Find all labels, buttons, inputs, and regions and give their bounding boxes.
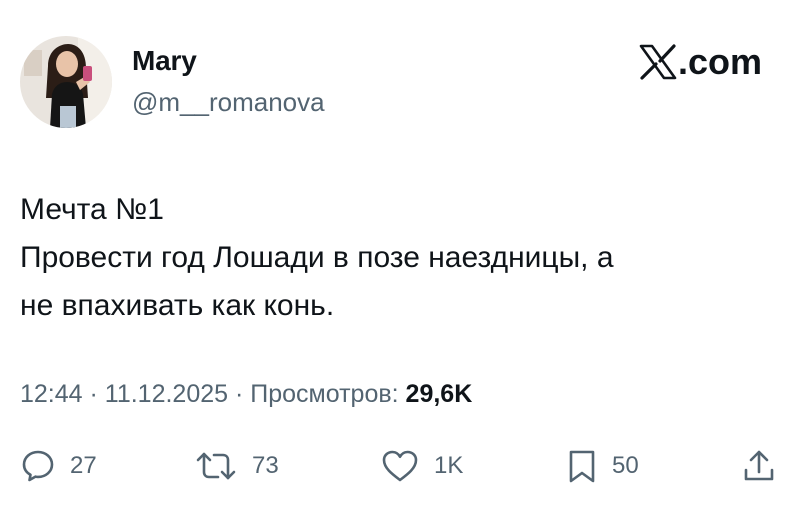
tweet-text: Мечта №1 Провести год Лошади в позе наез… (20, 186, 780, 330)
avatar[interactable] (20, 36, 112, 128)
tweet-line: не впахивать как конь. (20, 289, 335, 322)
meta-separator: · (228, 380, 251, 408)
reply-count: 27 (70, 452, 97, 479)
brand-watermark: .com (639, 42, 762, 82)
repost-count: 73 (252, 452, 279, 479)
x-logo-icon (639, 44, 677, 80)
author-handle[interactable]: @m__romanova (132, 86, 325, 118)
like-count: 1K (434, 452, 464, 479)
bookmark-icon (566, 448, 598, 484)
share-icon (742, 448, 776, 484)
tweet-time[interactable]: 12:44 (20, 380, 83, 408)
views-count: 29,6K (405, 380, 473, 408)
tweet-line: Провести год Лошади в позе наездницы, а (20, 241, 614, 274)
meta-separator: · (82, 380, 105, 408)
tweet-date[interactable]: 11.12.2025 (105, 380, 228, 408)
heart-icon (380, 448, 420, 484)
share-button[interactable] (742, 446, 776, 486)
brand-domain: .com (677, 41, 762, 82)
author-display-name[interactable]: Mary (132, 44, 197, 78)
repost-button[interactable]: 73 (194, 446, 279, 486)
views-label: Просмотров: (250, 380, 399, 408)
bookmark-count: 50 (612, 452, 639, 479)
reply-button[interactable]: 27 (20, 446, 97, 486)
reply-icon (20, 448, 56, 484)
tweet-line: Мечта №1 (20, 193, 164, 226)
bookmark-button[interactable]: 50 (566, 446, 639, 486)
repost-icon (194, 448, 238, 484)
tweet-meta: 12:44 · 11.12.2025 · Просмотров: 29,6K (20, 378, 472, 410)
like-button[interactable]: 1K (380, 446, 463, 486)
